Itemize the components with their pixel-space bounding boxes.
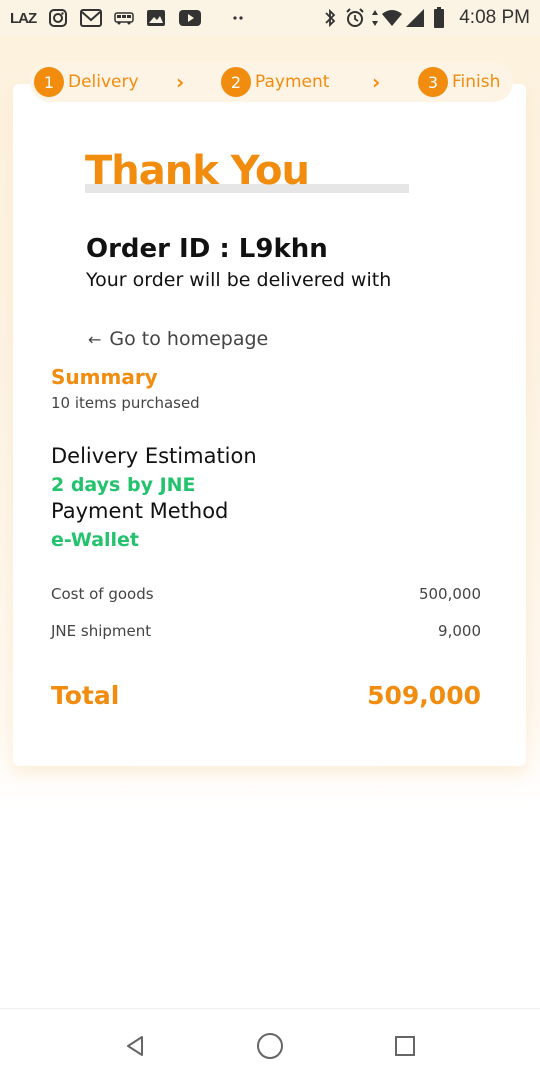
delivery-estimation-label: Delivery Estimation (51, 444, 257, 468)
step-delivery[interactable]: 1 Delivery (34, 66, 139, 98)
step-finish[interactable]: 3 Finish (418, 66, 500, 98)
system-nav-bar (0, 1008, 540, 1080)
step-payment[interactable]: 2 Payment (221, 66, 329, 98)
bus-icon (114, 11, 134, 25)
step-number: 1 (34, 67, 64, 97)
bluetooth-icon (323, 8, 337, 28)
instagram-icon (48, 8, 68, 28)
payment-method-value: e-Wallet (51, 529, 140, 551)
delivery-message: Your order will be delivered with (86, 269, 392, 291)
system-icons: 4:08 PM (323, 0, 530, 36)
battery-icon (433, 7, 445, 29)
summary-title: Summary (51, 365, 158, 389)
gmail-icon (80, 9, 103, 27)
step-number: 3 (418, 67, 448, 97)
step-number: 2 (221, 67, 251, 97)
cost-of-goods-label: Cost of goods (51, 585, 154, 603)
delivery-estimation-value: 2 days by JNE (51, 474, 196, 496)
shipment-value: 9,000 (438, 622, 481, 640)
chevron-right-icon: › (176, 70, 185, 94)
arrow-left-icon: ← (88, 329, 102, 349)
step-label: Payment (255, 72, 330, 92)
recents-square-icon[interactable] (390, 1031, 420, 1061)
order-confirmation-card: Thank You Order ID : L9khn Your order wi… (13, 84, 526, 766)
youtube-icon (178, 9, 202, 27)
cost-of-goods-value: 500,000 (418, 585, 481, 603)
total-value: 509,000 (367, 681, 481, 710)
image-icon (146, 9, 166, 27)
back-triangle-icon[interactable] (120, 1031, 150, 1061)
notification-icons: LAZ (10, 0, 256, 36)
step-label: Finish (452, 72, 501, 92)
status-time: 4:08 PM (459, 7, 530, 28)
checkout-stepper: 1 Delivery › 2 Payment › 3 Finish (30, 62, 513, 102)
page-title: Thank You (85, 148, 310, 194)
signal-icon (405, 8, 425, 28)
wifi-icon (381, 9, 403, 27)
step-label: Delivery (68, 72, 139, 92)
home-circle-icon[interactable] (255, 1031, 285, 1061)
total-label: Total (51, 681, 120, 710)
home-link-label: Go to homepage (109, 328, 269, 350)
go-to-homepage-link[interactable]: ← Go to homepage (88, 328, 268, 350)
alarm-icon (345, 8, 365, 28)
order-id: Order ID : L9khn (86, 234, 328, 264)
shipment-label: JNE shipment (51, 622, 152, 640)
chevron-right-icon: › (372, 70, 381, 94)
payment-method-label: Payment Method (51, 499, 229, 523)
items-purchased: 10 items purchased (51, 394, 200, 412)
status-bar: LAZ 4:08 PM (0, 0, 540, 36)
laz-app-icon: LAZ (10, 9, 37, 27)
data-arrows-icon (371, 9, 379, 27)
more-dots-icon (232, 15, 244, 21)
